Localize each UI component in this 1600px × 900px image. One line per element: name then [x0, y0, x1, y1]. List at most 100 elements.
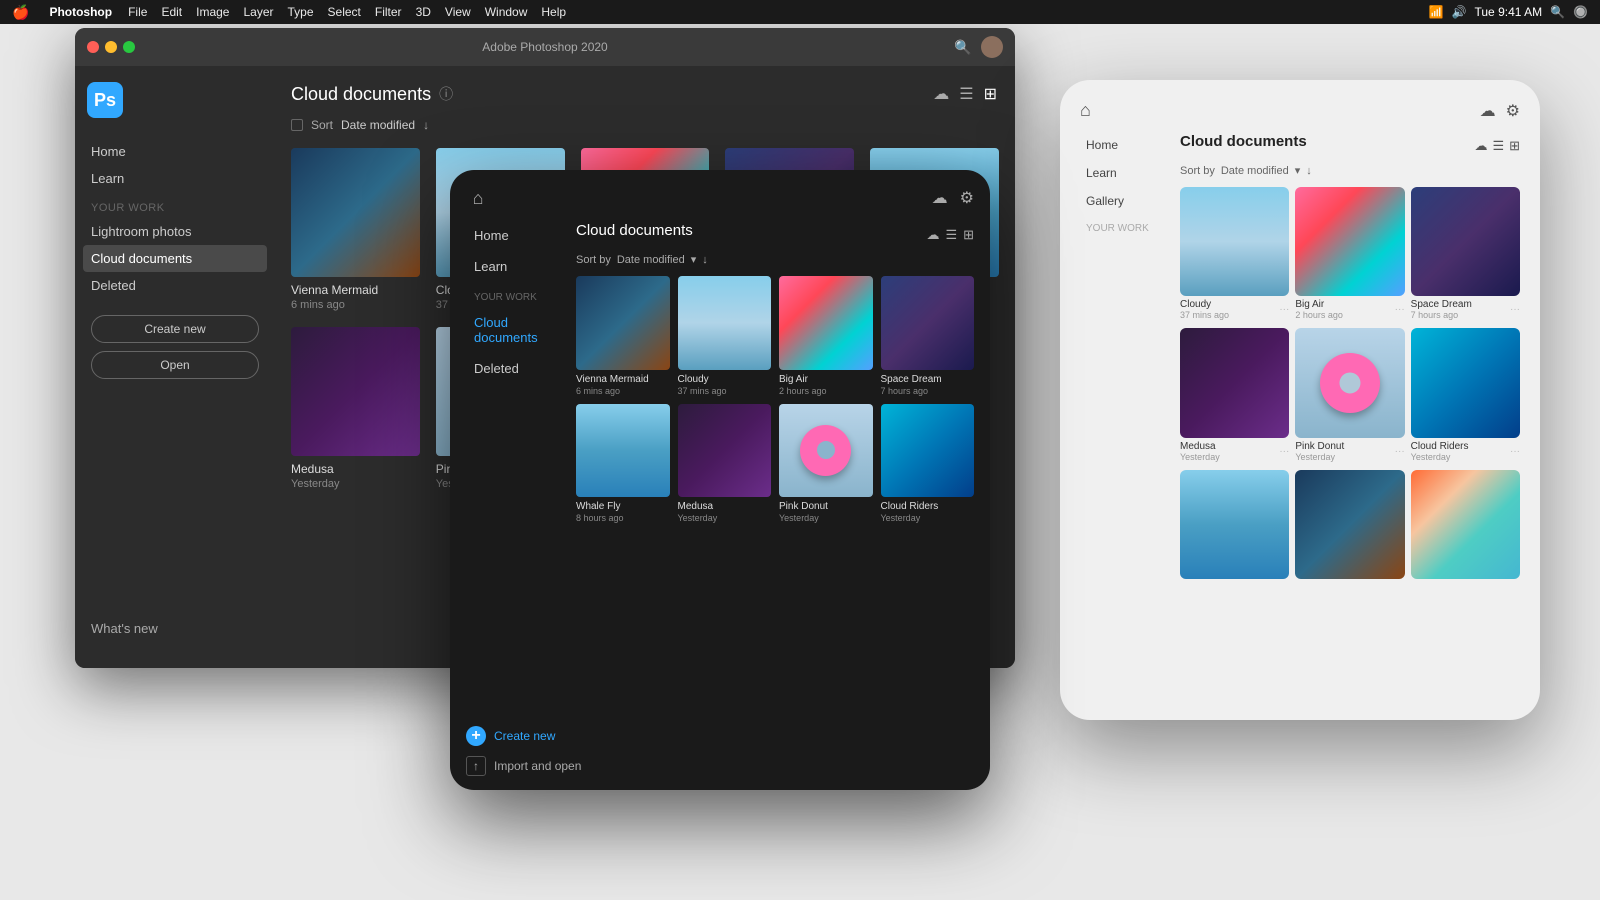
ipad-light-doc-pinkdonut: Pink Donut Yesterday ···	[1295, 328, 1404, 461]
ipad-light-thumb[interactable]	[1295, 470, 1404, 579]
sidebar-item-deleted[interactable]: Deleted	[75, 272, 275, 299]
doc-time: Yesterday	[1295, 452, 1344, 462]
sidebar-item-home[interactable]: Home	[75, 138, 275, 165]
more-icon[interactable]: ···	[1395, 446, 1405, 457]
doc-thumb-vienna[interactable]	[291, 148, 420, 277]
ipad-light-header: ⌂ ☁ ⚙	[1080, 100, 1520, 121]
ipad-cloud-view[interactable]: ☁	[926, 227, 939, 243]
ipad-doc-name: Space Dream	[881, 374, 975, 385]
control-center-icon[interactable]: 🔘	[1573, 5, 1588, 19]
ipad-light-thumb[interactable]	[1295, 187, 1404, 296]
sort-direction-icon[interactable]: ↓	[702, 254, 708, 266]
ipad-light-doc-bigair: Big Air 2 hours ago ···	[1295, 187, 1404, 320]
more-icon[interactable]: ···	[1279, 304, 1289, 315]
menu-image[interactable]: Image	[196, 5, 229, 19]
ipad-nav-learn[interactable]: Learn	[466, 253, 576, 280]
home-icon[interactable]: ⌂	[466, 186, 490, 210]
more-icon[interactable]: ···	[1279, 446, 1289, 457]
sidebar-item-cloud-docs[interactable]: Cloud documents	[83, 245, 267, 272]
open-button[interactable]: Open	[91, 351, 259, 379]
ipad-light-thumb[interactable]	[1411, 328, 1520, 437]
ipad-light-nav-gallery[interactable]: Gallery	[1080, 189, 1180, 213]
select-all-checkbox[interactable]	[291, 119, 303, 131]
sidebar-item-learn[interactable]: Learn	[75, 165, 275, 192]
ipad-thumb[interactable]	[779, 404, 873, 498]
ipad-light-home-icon[interactable]: ⌂	[1080, 100, 1091, 121]
ipad-light-cloud-icon[interactable]: ☁	[1480, 101, 1496, 121]
ipad-doc-cloudy: Cloudy 37 mins ago	[678, 276, 772, 396]
menu-help[interactable]: Help	[541, 5, 566, 19]
ipad-light-nav-home[interactable]: Home	[1080, 133, 1180, 157]
ipad-light-doc-medusa: Medusa Yesterday ···	[1180, 328, 1289, 461]
menu-filter[interactable]: Filter	[375, 5, 402, 19]
menu-view[interactable]: View	[445, 5, 471, 19]
ipad-thumb[interactable]	[576, 276, 670, 370]
menu-window[interactable]: Window	[485, 5, 528, 19]
ipad-nav-deleted[interactable]: Deleted	[466, 355, 576, 382]
doc-name: Pink Donut	[1295, 441, 1344, 452]
search-icon[interactable]: 🔍	[1550, 5, 1565, 19]
ipad-thumb[interactable]	[576, 404, 670, 498]
more-icon[interactable]: ···	[1395, 304, 1405, 315]
ipad-thumb[interactable]	[779, 276, 873, 370]
sort-direction-icon[interactable]: ↓	[1306, 165, 1312, 177]
ipad-light-thumb[interactable]	[1180, 187, 1289, 296]
doc-name: Cloudy	[1180, 299, 1229, 310]
menu-edit[interactable]: Edit	[161, 5, 182, 19]
sort-select[interactable]: Date modified	[341, 118, 415, 132]
ipad-thumb[interactable]	[881, 276, 975, 370]
more-icon[interactable]: ···	[1510, 446, 1520, 457]
ipad-light-thumb[interactable]	[1180, 470, 1289, 579]
doc-thumb-medusa[interactable]	[291, 327, 420, 456]
menu-3d[interactable]: 3D	[416, 5, 431, 19]
ipad-light-grid-view[interactable]: ⊞	[1509, 138, 1520, 154]
user-avatar[interactable]	[981, 36, 1003, 58]
doc-name: Cloud Riders	[1411, 441, 1469, 452]
ipad-thumb[interactable]	[678, 276, 772, 370]
menu-type[interactable]: Type	[288, 5, 314, 19]
sidebar-item-lightroom[interactable]: Lightroom photos	[75, 218, 275, 245]
ipad-nav-home[interactable]: Home	[466, 222, 576, 249]
ipad-thumb[interactable]	[881, 404, 975, 498]
menu-select[interactable]: Select	[328, 5, 361, 19]
whats-new-link[interactable]: What's new	[91, 621, 259, 636]
sort-chevron-icon[interactable]: ▾	[1295, 164, 1301, 177]
ipad-nav-cloud-docs[interactable]: Cloud documents	[466, 309, 576, 351]
fullscreen-button[interactable]	[123, 41, 135, 53]
ipad-light-thumb[interactable]	[1180, 328, 1289, 437]
ipad-light-nav-learn[interactable]: Learn	[1080, 161, 1180, 185]
sort-chevron-icon[interactable]: ▾	[691, 253, 697, 266]
sort-direction-icon[interactable]: ↓	[423, 118, 429, 132]
ipad-light-thumb[interactable]	[1411, 187, 1520, 296]
sort-value[interactable]: Date modified	[1221, 165, 1289, 177]
create-new-action[interactable]: + Create new	[466, 726, 581, 746]
ipad-thumb[interactable]	[678, 404, 772, 498]
ipad-light-settings-icon[interactable]: ⚙	[1506, 101, 1520, 121]
close-button[interactable]	[87, 41, 99, 53]
ipad-list-view[interactable]: ☰	[945, 227, 957, 243]
sort-value[interactable]: Date modified	[617, 254, 685, 266]
minimize-button[interactable]	[105, 41, 117, 53]
import-open-action[interactable]: ↑ Import and open	[466, 756, 581, 776]
menu-file[interactable]: File	[128, 5, 147, 19]
ipad-light-thumb[interactable]	[1411, 470, 1520, 579]
app-menu[interactable]: Photoshop	[49, 5, 112, 19]
info-icon[interactable]: ⓘ	[439, 84, 453, 104]
search-icon[interactable]: 🔍	[955, 39, 971, 55]
list-view-button[interactable]: ☰	[957, 82, 975, 106]
create-new-button[interactable]: Create new	[91, 315, 259, 343]
grid-view-button[interactable]: ⊞	[982, 82, 999, 106]
ipad-light-list-view[interactable]: ☰	[1492, 138, 1504, 154]
ipad-light-thumb[interactable]	[1295, 328, 1404, 437]
ipad-light-cloud-view[interactable]: ☁	[1474, 138, 1487, 154]
ipad-doc-medusa: Medusa Yesterday	[678, 404, 772, 524]
ipad-doc-time: 6 mins ago	[576, 386, 670, 396]
more-icon[interactable]: ···	[1510, 304, 1520, 315]
apple-menu[interactable]: 🍎	[12, 4, 29, 21]
ipad-grid-view[interactable]: ⊞	[963, 227, 974, 243]
settings-icon[interactable]: ⚙	[960, 188, 974, 208]
cloud-view-button[interactable]: ☁	[931, 82, 951, 106]
cloud-icon[interactable]: ☁	[932, 188, 948, 208]
menu-layer[interactable]: Layer	[243, 5, 273, 19]
ipad-doc-vienna: Vienna Mermaid 6 mins ago	[576, 276, 670, 396]
